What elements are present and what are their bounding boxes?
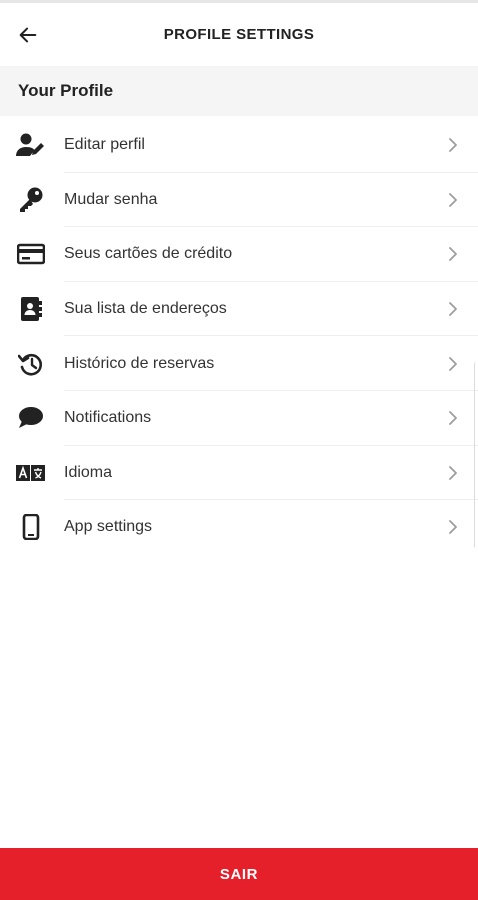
section-header: Your Profile (0, 66, 478, 116)
key-icon (16, 185, 46, 215)
smartphone-icon (16, 512, 46, 542)
chevron-right-icon (446, 247, 460, 262)
menu-item-enderecos[interactable]: Sua lista de endereços (0, 282, 478, 337)
logout-label: SAIR (219, 865, 259, 883)
menu-item-label: Histórico de reservas (64, 354, 215, 372)
chevron-right-icon (446, 192, 460, 207)
translate-icon (16, 458, 46, 488)
page-title: PROFILE SETTINGS (163, 26, 315, 43)
menu-item-mudar-senha[interactable]: Mudar senha (0, 173, 478, 228)
menu-item-app-settings[interactable]: App settings (0, 500, 478, 555)
menu-item-label: Idioma (64, 463, 113, 481)
chevron-right-icon (446, 302, 460, 316)
user-edit-icon (16, 130, 46, 160)
logout-button[interactable]: SAIR (0, 848, 478, 900)
menu-item-historico[interactable]: Histórico de reservas (0, 336, 478, 391)
app-header: PROFILE SETTINGS (0, 3, 478, 66)
menu-item-label: App settings (64, 518, 153, 536)
menu-item-idioma[interactable]: Idioma (0, 446, 478, 501)
chevron-right-icon (446, 465, 460, 480)
menu-item-notifications[interactable]: Notifications (0, 391, 478, 446)
profile-menu: Editar perfil Mudar senha Seus cartões d… (0, 118, 478, 555)
menu-item-label: Editar perfil (64, 136, 145, 154)
arrow-left-icon (19, 27, 37, 43)
chevron-right-icon (446, 411, 460, 426)
credit-card-icon (16, 239, 46, 269)
chevron-right-icon (446, 520, 460, 535)
history-icon (16, 349, 46, 379)
menu-item-label: Sua lista de endereços (64, 300, 227, 318)
address-book-icon (16, 294, 46, 324)
menu-item-cartoes[interactable]: Seus cartões de crédito (0, 227, 478, 282)
chevron-right-icon (446, 138, 460, 153)
menu-item-label: Mudar senha (64, 190, 158, 208)
menu-item-editar-perfil[interactable]: Editar perfil (0, 118, 478, 173)
scrollbar[interactable] (474, 362, 478, 548)
section-title: Your Profile (18, 81, 114, 100)
menu-item-label: Notifications (64, 409, 152, 427)
menu-item-label: Seus cartões de crédito (64, 245, 233, 263)
chat-bubble-icon (16, 403, 46, 433)
chevron-right-icon (446, 356, 460, 371)
back-button[interactable] (12, 19, 44, 51)
